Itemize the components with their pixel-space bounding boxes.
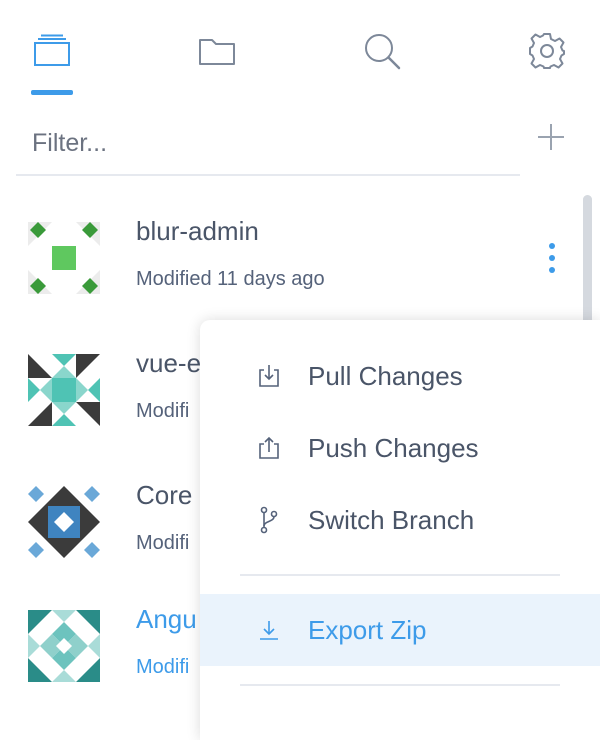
project-name: Core [136, 480, 193, 510]
project-name: vue-e [136, 348, 202, 378]
menu-item-label: Export Zip [308, 614, 427, 645]
filter-input[interactable] [16, 118, 496, 168]
tab-projects[interactable] [27, 26, 77, 76]
tab-files[interactable] [192, 26, 242, 76]
project-modified: Modifi [136, 656, 190, 678]
project-name: blur-admin [136, 216, 259, 246]
plus-icon [538, 124, 564, 150]
gear-icon [529, 33, 565, 69]
menu-item-label: Push Changes [308, 432, 479, 463]
menu-item-label: Pull Changes [308, 360, 463, 391]
context-menu: Pull Changes Push Changes Switch Branch [200, 320, 600, 740]
project-item[interactable]: blur-admin Modified 11 days ago [0, 198, 560, 308]
folder-icon [199, 39, 235, 65]
more-options-button[interactable] [540, 238, 564, 278]
kebab-menu-icon [549, 243, 555, 249]
tab-search[interactable] [357, 26, 407, 76]
project-avatar [28, 222, 100, 294]
kebab-menu-icon [549, 267, 555, 273]
filter-bar [16, 118, 520, 176]
project-avatar [28, 354, 100, 426]
project-modified: Modifi [136, 400, 190, 422]
cards-icon [34, 34, 70, 66]
project-modified: Modified 11 days ago [136, 268, 325, 290]
tab-settings[interactable] [522, 26, 572, 76]
scrollbar-thumb[interactable] [583, 195, 592, 335]
menu-item-pull-changes[interactable]: Pull Changes [200, 340, 600, 412]
git-branch-icon [256, 506, 282, 534]
search-icon [365, 34, 401, 70]
project-name: Angu [136, 604, 197, 634]
project-avatar [28, 610, 100, 682]
kebab-menu-icon [549, 255, 555, 261]
tab-bar [0, 0, 600, 100]
add-project-button[interactable] [534, 120, 568, 154]
menu-item-label: Switch Branch [308, 504, 475, 535]
menu-item-push-changes[interactable]: Push Changes [200, 412, 600, 484]
download-icon [256, 617, 282, 643]
menu-item-export-zip[interactable]: Export Zip [200, 594, 600, 666]
project-avatar [28, 486, 100, 558]
upload-box-icon [256, 435, 282, 461]
active-tab-indicator [31, 90, 73, 95]
project-modified: Modifi [136, 532, 190, 554]
download-box-icon [256, 363, 282, 389]
menu-divider [240, 574, 560, 576]
menu-divider [240, 684, 560, 686]
menu-item-switch-branch[interactable]: Switch Branch [200, 484, 600, 556]
